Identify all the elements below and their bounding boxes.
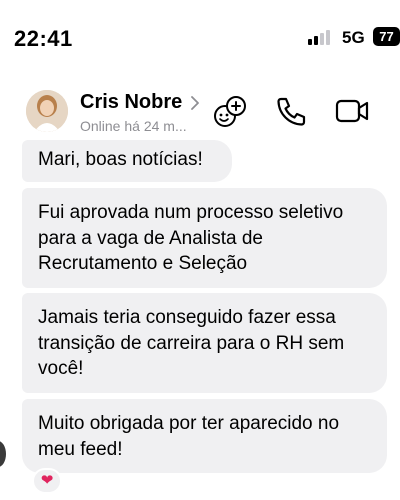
message-text: Mari, boas notícias! bbox=[38, 149, 203, 170]
signal-icon bbox=[308, 29, 336, 45]
message-text: Muito obrigada por ter aparecido no bbox=[38, 413, 340, 434]
message-text: transição de carreira para o RH sem bbox=[38, 332, 345, 354]
contact-name-row[interactable]: Cris Nobre bbox=[80, 91, 200, 114]
heart-reaction[interactable]: ❤ bbox=[32, 468, 62, 494]
message-bubble[interactable]: Fui aprovada num processo seletivo para … bbox=[22, 188, 387, 288]
chevron-right-icon bbox=[191, 95, 200, 110]
effects-icon[interactable] bbox=[212, 94, 248, 128]
video-call-icon[interactable] bbox=[334, 94, 370, 128]
phone-icon[interactable] bbox=[274, 94, 310, 128]
status-bar: 22:41 5G 77 bbox=[0, 0, 400, 70]
status-time: 22:41 bbox=[14, 26, 73, 51]
message-bubble[interactable]: Jamais teria conseguido fazer essa trans… bbox=[22, 293, 387, 393]
chat-header: Cris Nobre Online há 24 m... bbox=[0, 80, 400, 144]
message-thread: Mari, boas notícias! Fui aprovada num pr… bbox=[0, 140, 400, 500]
message-text: Recrutamento e Seleção bbox=[38, 253, 248, 274]
message-text: para a vaga de Analista de bbox=[38, 227, 264, 249]
heart-icon: ❤ bbox=[40, 472, 54, 489]
sender-avatar[interactable] bbox=[0, 441, 6, 467]
contact-avatar[interactable] bbox=[26, 90, 68, 132]
presence-status: Online há 24 m... bbox=[80, 118, 187, 134]
contact-name[interactable]: Cris Nobre bbox=[80, 91, 182, 114]
message-text: você! bbox=[38, 358, 84, 379]
battery-icon: 77 bbox=[373, 27, 400, 46]
message-bubble[interactable]: Mari, boas notícias! bbox=[22, 140, 232, 182]
message-text: Fui aprovada num processo seletivo bbox=[38, 202, 344, 223]
network-type: 5G bbox=[342, 28, 365, 47]
message-bubble[interactable]: Muito obrigada por ter aparecido no meu … bbox=[22, 399, 387, 473]
message-text: Jamais teria conseguido fazer essa bbox=[38, 307, 336, 328]
message-text: meu feed! bbox=[38, 438, 123, 460]
